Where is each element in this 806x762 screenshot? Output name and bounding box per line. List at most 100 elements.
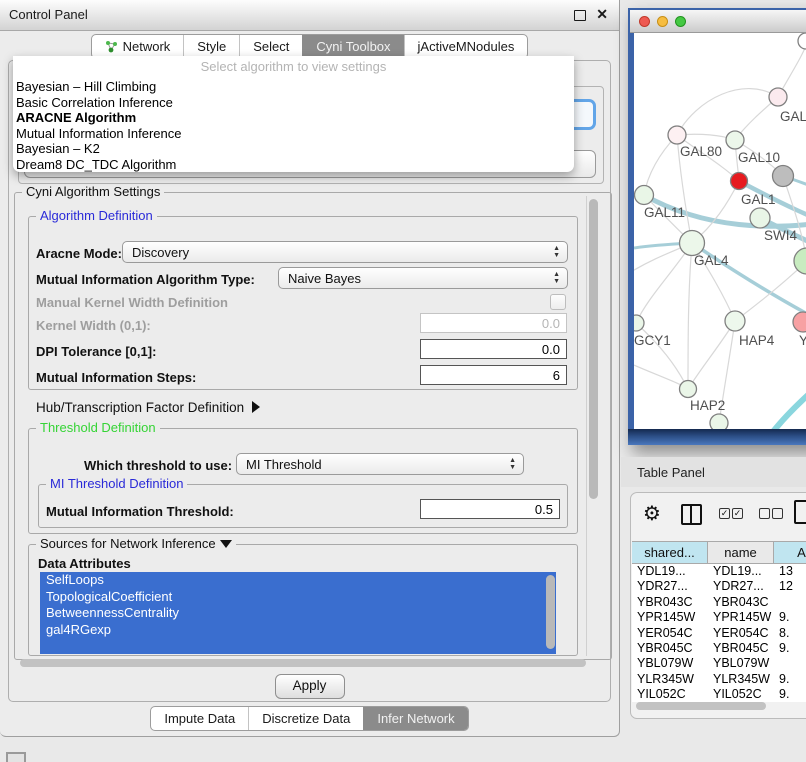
settings-horizontal-scrollbar[interactable]	[18, 658, 598, 668]
network-node-hap4[interactable]	[725, 311, 745, 331]
zoom-traffic-light-icon[interactable]	[675, 16, 686, 27]
table-row[interactable]: YDR27...YDR27...12	[632, 579, 806, 594]
table-body: YDL19...YDL19...13YDR27...YDR27...12YBR0…	[632, 564, 806, 702]
settings-vscroll-thumb[interactable]	[589, 199, 598, 499]
table-toolbar: ⚙ ✓ ✓	[631, 499, 806, 535]
dropdown-item[interactable]: ARACNE Algorithm	[13, 110, 574, 126]
settings-hscroll-thumb[interactable]	[20, 659, 586, 667]
network-node-gal1[interactable]	[731, 173, 748, 190]
close-icon[interactable]: ✕	[596, 6, 608, 23]
tab-impute-data[interactable]: Impute Data	[151, 707, 248, 730]
columns-icon[interactable]	[681, 504, 702, 525]
dropdown-item[interactable]: Dream8 DC_TDC Algorithm	[13, 157, 574, 173]
dropdown-item[interactable]: Bayesian – K2	[13, 141, 574, 157]
table-row[interactable]: YPR145WYPR145W9.	[632, 610, 806, 625]
unchecked-box-icon[interactable]	[759, 508, 770, 519]
network-node-y[interactable]	[793, 312, 806, 332]
tab-infer-network[interactable]: Infer Network	[363, 707, 467, 730]
network-node[interactable]	[773, 166, 794, 187]
table-row[interactable]: YBR043CYBR043C	[632, 595, 806, 610]
table-cell: YBL079W	[632, 656, 708, 671]
float-window-icon[interactable]	[574, 10, 586, 21]
kernel-width-field[interactable]: 0.0	[420, 313, 567, 333]
control-panel-window: Control Panel ✕ NetworkStyleSelectCyni T…	[0, 0, 620, 737]
network-node[interactable]	[798, 33, 806, 49]
network-node-hap2[interactable]	[680, 381, 697, 398]
sources-title-label: Sources for Network Inference	[40, 536, 216, 551]
table-row[interactable]: YBL079WYBL079W	[632, 656, 806, 671]
table-column-header[interactable]: name	[708, 542, 774, 563]
network-node-gal[interactable]	[769, 88, 787, 106]
mi-algorithm-type-label: Mutual Information Algorithm Type:	[36, 272, 255, 287]
table-cell: 9.	[774, 610, 806, 625]
table-column-header[interactable]: A	[774, 542, 806, 563]
attribute-list-item[interactable]: BetweennessCentrality	[40, 605, 556, 622]
table-column-header[interactable]: shared...	[632, 542, 708, 563]
checked-box-icon[interactable]: ✓	[719, 508, 730, 519]
network-node-gal11[interactable]	[635, 186, 654, 205]
table-row[interactable]: YER054CYER054C8.	[632, 626, 806, 641]
gear-icon[interactable]: ⚙	[643, 501, 661, 525]
file-icon[interactable]	[794, 500, 806, 524]
network-node-gal10[interactable]	[726, 131, 744, 149]
data-attributes-list[interactable]: SelfLoopsTopologicalCoefficientBetweenne…	[40, 572, 556, 654]
dpi-tolerance-field[interactable]: 0.0	[420, 339, 567, 359]
expand-right-icon	[252, 401, 260, 413]
network-node[interactable]	[794, 248, 806, 274]
collapse-down-icon	[220, 540, 232, 548]
tab-network[interactable]: Network	[92, 35, 184, 58]
mi-threshold-field[interactable]: 0.5	[420, 499, 560, 519]
apply-button[interactable]: Apply	[275, 674, 345, 699]
table-cell: YLR345W	[632, 672, 708, 687]
tab-label: Discretize Data	[262, 707, 350, 730]
collapsed-panel-icon[interactable]	[6, 752, 26, 762]
network-view-window[interactable]: GALGAL80GAL10GAL1GAL11SWI4GAL4GCY1HAP4YH…	[628, 8, 806, 445]
dropdown-item[interactable]: Mutual Information Inference	[13, 126, 574, 142]
table-cell: 9.	[774, 641, 806, 656]
network-node-gcy1[interactable]	[634, 315, 644, 331]
which-threshold-combobox[interactable]: MI Threshold ▲▼	[236, 453, 524, 475]
table-hscroll-thumb[interactable]	[636, 702, 766, 710]
table-row[interactable]: YIL052CYIL052C9.	[632, 687, 806, 702]
sources-group-title[interactable]: Sources for Network Inference	[36, 536, 236, 551]
network-graph: GALGAL80GAL10GAL1GAL11SWI4GAL4GCY1HAP4YH…	[634, 33, 806, 429]
dropdown-item[interactable]: Bayesian – Hill Climbing	[13, 79, 574, 95]
tab-discretize-data[interactable]: Discretize Data	[248, 707, 363, 730]
table-cell: YBR045C	[708, 641, 774, 656]
aracne-mode-combobox[interactable]: Discovery ▲▼	[122, 241, 568, 263]
mi-steps-field[interactable]: 6	[420, 365, 567, 385]
node-label: GAL4	[694, 253, 729, 268]
network-node-gal80[interactable]	[668, 126, 686, 144]
node-table: shared...nameA YDL19...YDL19...13YDR27..…	[632, 541, 806, 702]
tab-jactivemnodules[interactable]: jActiveMNodules	[404, 35, 528, 58]
table-row[interactable]: YBR045CYBR045C9.	[632, 641, 806, 656]
node-label: GAL10	[738, 150, 780, 165]
network-node-gal4[interactable]	[680, 231, 705, 256]
checked-box-icon[interactable]: ✓	[732, 508, 743, 519]
settings-vertical-scrollbar[interactable]	[586, 196, 599, 656]
attribute-list-item[interactable]: TopologicalCoefficient	[40, 589, 556, 606]
close-traffic-light-icon[interactable]	[639, 16, 650, 27]
table-row[interactable]: YDL19...YDL19...13	[632, 564, 806, 579]
table-cell: YER054C	[632, 626, 708, 641]
attribute-list-item[interactable]: SelfLoops	[40, 572, 556, 589]
algorithm-definition-title: Algorithm Definition	[36, 208, 157, 223]
attribute-list-item[interactable]: gal4RGexp	[40, 622, 556, 639]
mi-algorithm-type-combobox[interactable]: Naive Bayes ▲▼	[278, 267, 568, 289]
dropdown-item[interactable]: Basic Correlation Inference	[13, 95, 574, 111]
table-cell: YBL079W	[708, 656, 774, 671]
tab-select[interactable]: Select	[239, 35, 302, 58]
network-node[interactable]	[710, 414, 728, 429]
tab-cyni-toolbox[interactable]: Cyni Toolbox	[302, 35, 403, 58]
unchecked-box-icon[interactable]	[772, 508, 783, 519]
tab-style[interactable]: Style	[183, 35, 239, 58]
manual-kernel-width-checkbox[interactable]	[550, 294, 566, 310]
table-row[interactable]: YLR345WYLR345W9.	[632, 672, 806, 687]
aracne-mode-value: Discovery	[132, 245, 189, 260]
table-horizontal-scrollbar[interactable]	[634, 701, 804, 711]
attributes-list-scrollbar[interactable]	[546, 575, 555, 649]
minimize-traffic-light-icon[interactable]	[657, 16, 668, 27]
network-canvas[interactable]: GALGAL80GAL10GAL1GAL11SWI4GAL4GCY1HAP4YH…	[634, 33, 806, 429]
network-node-swi4[interactable]	[750, 208, 770, 228]
hub-definition-toggle[interactable]: Hub/Transcription Factor Definition	[36, 400, 260, 415]
